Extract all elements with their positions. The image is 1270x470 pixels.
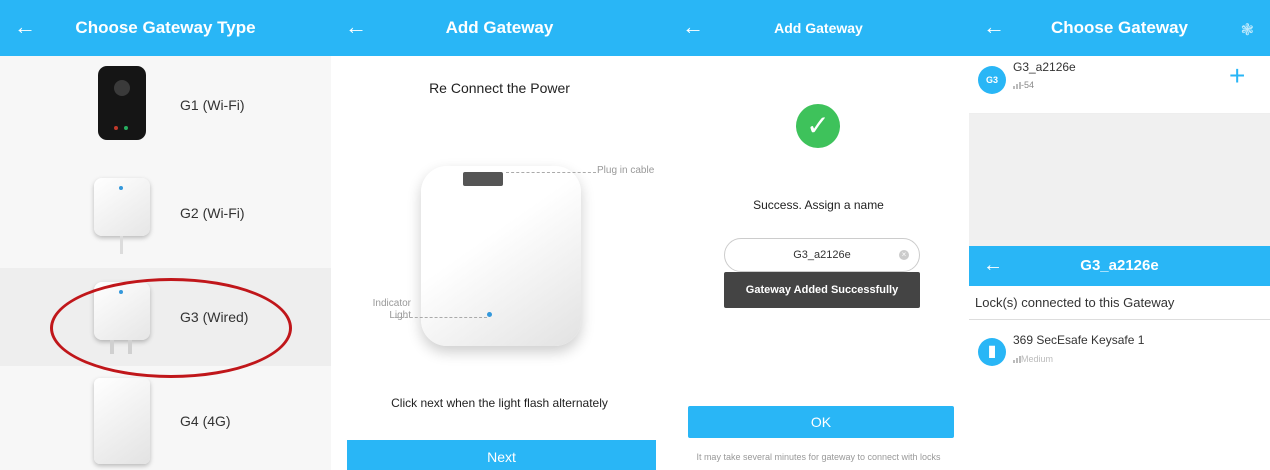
page-title: Choose Gateway Type <box>75 18 256 37</box>
gateway-name: G3_a2126e <box>1013 60 1076 74</box>
gateway-option-label: G2 (Wi-Fi) <box>180 205 245 221</box>
gateway-rssi: -54 <box>1021 80 1035 90</box>
header-bar: ← Choose Gateway ❃ <box>969 0 1270 56</box>
gateway-name-input[interactable]: G3_a2126e × <box>724 238 920 272</box>
lock-signal: Medium <box>1021 354 1054 364</box>
gateway-option-g2[interactable]: G2 (Wi-Fi) <box>0 164 331 262</box>
next-button[interactable]: Next <box>347 440 656 470</box>
page-title: Choose Gateway <box>1051 18 1188 37</box>
signal-icon <box>1013 82 1021 89</box>
page-title: Add Gateway <box>774 20 863 36</box>
panel-choose-gateway: ← Choose Gateway ❃ G3 G3_a2126e -54 + ← … <box>969 0 1270 470</box>
header-bar: ← Add Gateway <box>331 0 668 56</box>
plus-icon[interactable]: + <box>1229 62 1245 90</box>
gateway-option-label: G4 (4G) <box>180 413 231 429</box>
hint-text: It may take several minutes for gateway … <box>696 452 941 462</box>
indicator-light-label: Indicator Light <box>372 298 411 321</box>
checkmark-icon: ✓ <box>796 104 840 148</box>
sub-title: G3_a2126e <box>1080 257 1159 274</box>
signal-icon <box>1013 356 1021 363</box>
gateway-option-g4[interactable]: G4 (4G) <box>0 372 331 470</box>
panel-choose-gateway-type: ← Choose Gateway Type G1 (Wi-Fi) G2 (Wi-… <box>0 0 331 470</box>
spinner-icon: ❃ <box>1240 22 1254 39</box>
header-bar: ← Add Gateway <box>668 0 969 56</box>
gateway-option-label: G1 (Wi-Fi) <box>180 97 245 113</box>
g4-device-image <box>94 378 150 464</box>
success-toast: Gateway Added Successfully <box>724 272 920 308</box>
panel-add-gateway-success: ← Add Gateway ✓ Success. Assign a name G… <box>668 0 969 470</box>
success-text: Success. Assign a name <box>753 198 884 212</box>
empty-area <box>969 114 1270 246</box>
header-bar: ← Choose Gateway Type <box>0 0 331 56</box>
g2-device-image <box>94 178 150 254</box>
gateway-name-value: G3_a2126e <box>793 249 851 261</box>
gateway-option-g1[interactable]: G1 (Wi-Fi) <box>0 56 331 154</box>
gateway-device-image <box>421 166 581 346</box>
page-title: Add Gateway <box>445 18 554 37</box>
g1-device-image <box>98 66 146 140</box>
highlight-circle <box>50 278 292 378</box>
clear-icon[interactable]: × <box>899 250 909 260</box>
panel-add-gateway-power: ← Add Gateway Re Connect the Power Plug … <box>331 0 668 470</box>
lock-icon: ▮ <box>978 338 1006 366</box>
section-header: Lock(s) connected to this Gateway <box>969 286 1270 320</box>
lock-name[interactable]: 369 SecEsafe Keysafe 1 <box>1013 333 1144 347</box>
ok-button[interactable]: OK <box>688 406 954 438</box>
sub-header-bar: ← G3_a2126e <box>969 246 1270 286</box>
instruction-text: Click next when the light flash alternat… <box>391 396 608 410</box>
plug-in-cable-label: Plug in cable <box>597 165 655 176</box>
power-heading: Re Connect the Power <box>429 80 570 96</box>
gateway-icon: G3 <box>978 66 1006 94</box>
